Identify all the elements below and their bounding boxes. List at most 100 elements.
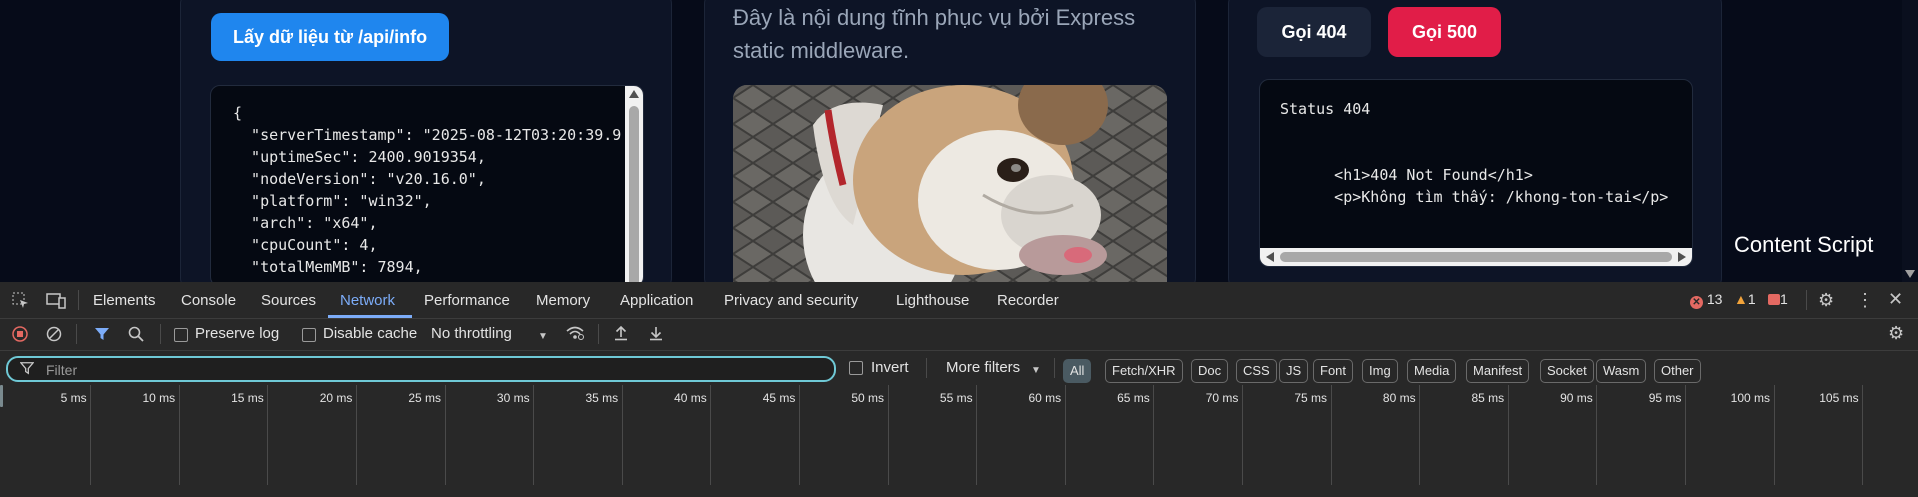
scroll-left-arrow-icon[interactable] (1266, 252, 1274, 262)
error-count[interactable]: ✕ 13 (1690, 291, 1722, 309)
filter-input[interactable] (44, 359, 808, 381)
error-icon: ✕ (1690, 296, 1703, 309)
timeline-gridline (1419, 385, 1421, 485)
filter-type-css[interactable]: CSS (1236, 359, 1277, 383)
invert-checkbox[interactable] (849, 361, 863, 375)
filter-type-media[interactable]: Media (1407, 359, 1457, 383)
timeline-gridline (1241, 385, 1243, 485)
filter-input-wrapper[interactable] (6, 356, 836, 382)
filter-type-font[interactable]: Font (1313, 359, 1354, 383)
upload-icon[interactable] (613, 325, 629, 345)
divider (1054, 358, 1055, 378)
timeline-tick-label: 55 ms (939, 391, 973, 405)
tab-recorder[interactable]: Recorder (997, 282, 1059, 318)
filter-type-fetch-xhr[interactable]: Fetch/XHR (1105, 359, 1183, 383)
scroll-down-arrow-icon[interactable] (1905, 270, 1915, 278)
timeline-gridline (976, 385, 978, 485)
warning-count[interactable]: ▲1 (1734, 291, 1756, 307)
scroll-thumb[interactable] (629, 106, 639, 282)
preserve-log-checkbox[interactable] (174, 328, 188, 342)
timeline-tick-label: 45 ms (762, 391, 796, 405)
tab-elements[interactable]: Elements (93, 282, 156, 318)
close-icon[interactable]: ✕ (1888, 290, 1903, 308)
filter-type-img[interactable]: Img (1362, 359, 1398, 383)
divider (598, 324, 599, 344)
clear-icon[interactable] (46, 326, 62, 346)
timeline-gridline (1773, 385, 1775, 485)
timeline-gridline (1862, 385, 1864, 485)
tab-lighthouse[interactable]: Lighthouse (896, 282, 969, 318)
filter-type-all[interactable]: All (1063, 359, 1092, 383)
tab-network[interactable]: Network (340, 282, 395, 318)
tab-performance[interactable]: Performance (424, 282, 510, 318)
divider (160, 324, 161, 344)
issue-count[interactable]: 1 (1768, 291, 1788, 307)
page-scrollbar[interactable] (1902, 0, 1918, 282)
inspect-icon[interactable] (12, 292, 30, 314)
api-info-card: Lấy dữ liệu từ /api/info { "serverTimest… (180, 0, 672, 282)
tab-sources[interactable]: Sources (261, 282, 316, 318)
timeline-tick-label: 5 ms (60, 391, 87, 405)
call-500-button[interactable]: Gọi 500 (1388, 7, 1501, 57)
wifi-icon[interactable] (565, 325, 585, 345)
search-icon[interactable] (128, 326, 144, 346)
fetch-api-info-button[interactable]: Lấy dữ liệu từ /api/info (211, 13, 450, 61)
timeline-gridline (444, 385, 446, 485)
disable-cache-checkbox[interactable] (302, 328, 316, 342)
timeline-gridline (90, 385, 92, 485)
filter-type-js[interactable]: JS (1279, 359, 1309, 383)
timeline-tick-label: 20 ms (319, 391, 353, 405)
timeline-gridline (1596, 385, 1598, 485)
scroll-right-arrow-icon[interactable] (1678, 252, 1686, 262)
response-output-text: Status 404 <h1>404 Not Found</h1> <p>Khô… (1280, 100, 1669, 206)
network-overview-timeline[interactable]: 5 ms 10 ms 15 ms 20 ms 25 ms 30 ms 35 ms 40 ms 4… (0, 385, 1918, 497)
timeline-gridline (1153, 385, 1155, 485)
device-toggle-icon[interactable] (46, 292, 66, 314)
filter-type-doc[interactable]: Doc (1191, 359, 1229, 383)
more-filters-dropdown-icon[interactable]: ▼ (1031, 363, 1041, 379)
filter-type-socket[interactable]: Socket (1540, 359, 1594, 383)
tab-privacy-security[interactable]: Privacy and security (724, 282, 858, 318)
timeline-tick-label: 25 ms (408, 391, 441, 405)
timeline-tick-label: 90 ms (1560, 391, 1593, 405)
throttling-select[interactable]: No throttling (431, 325, 512, 342)
filter-type-other[interactable]: Other (1654, 359, 1701, 383)
divider (76, 324, 77, 344)
error-test-card: Gọi 404 Gọi 500 Status 404 <h1>404 Not F… (1228, 0, 1722, 282)
json-output-text: { "serverTimestamp": "2025-08-12T03:20:3… (233, 104, 622, 276)
filter-type-wasm[interactable]: Wasm (1596, 359, 1647, 383)
json-output-box[interactable]: { "serverTimestamp": "2025-08-12T03:20:3… (210, 85, 644, 282)
settings-icon[interactable]: ⚙ (1818, 291, 1834, 309)
tab-application[interactable]: Application (620, 282, 693, 318)
timeline-gridline (1064, 385, 1066, 485)
response-output-box[interactable]: Status 404 <h1>404 Not Found</h1> <p>Khô… (1259, 79, 1693, 267)
timeline-tick-label: 65 ms (1117, 391, 1150, 405)
download-icon[interactable] (648, 325, 664, 345)
content-script-label: Content Script (1734, 232, 1874, 257)
tab-memory[interactable]: Memory (536, 282, 590, 318)
network-settings-icon[interactable]: ⚙ (1888, 324, 1904, 342)
kebab-icon[interactable]: ⋮ (1856, 291, 1874, 309)
filter-icon[interactable] (94, 326, 110, 346)
divider (1806, 290, 1807, 310)
bulldog-image (733, 85, 1167, 282)
scroll-thumb[interactable] (1280, 252, 1672, 262)
timeline-tick-label: 80 ms (1382, 391, 1416, 405)
call-404-button[interactable]: Gọi 404 (1257, 7, 1371, 57)
timeline-gridline (533, 385, 535, 485)
timeline-tick-label: 40 ms (674, 391, 707, 405)
warning-icon: ▲ (1734, 291, 1748, 307)
filter-type-manifest[interactable]: Manifest (1466, 359, 1530, 383)
response-horizontal-scrollbar[interactable] (1260, 248, 1692, 266)
record-stop-icon[interactable] (12, 326, 28, 346)
json-vertical-scrollbar[interactable] (625, 86, 643, 282)
timeline-gridline (1330, 385, 1332, 485)
web-page: Lấy dữ liệu từ /api/info { "serverTimest… (0, 0, 1918, 282)
scroll-up-arrow-icon[interactable] (629, 90, 639, 98)
more-filters-button[interactable]: More filters (946, 359, 1020, 376)
timeline-gridline (1507, 385, 1509, 485)
throttle-dropdown-icon[interactable]: ▼ (538, 329, 548, 345)
timeline-range-handle[interactable] (0, 385, 3, 407)
tab-console[interactable]: Console (181, 282, 236, 318)
timeline-tick-label: 70 ms (1205, 391, 1239, 405)
